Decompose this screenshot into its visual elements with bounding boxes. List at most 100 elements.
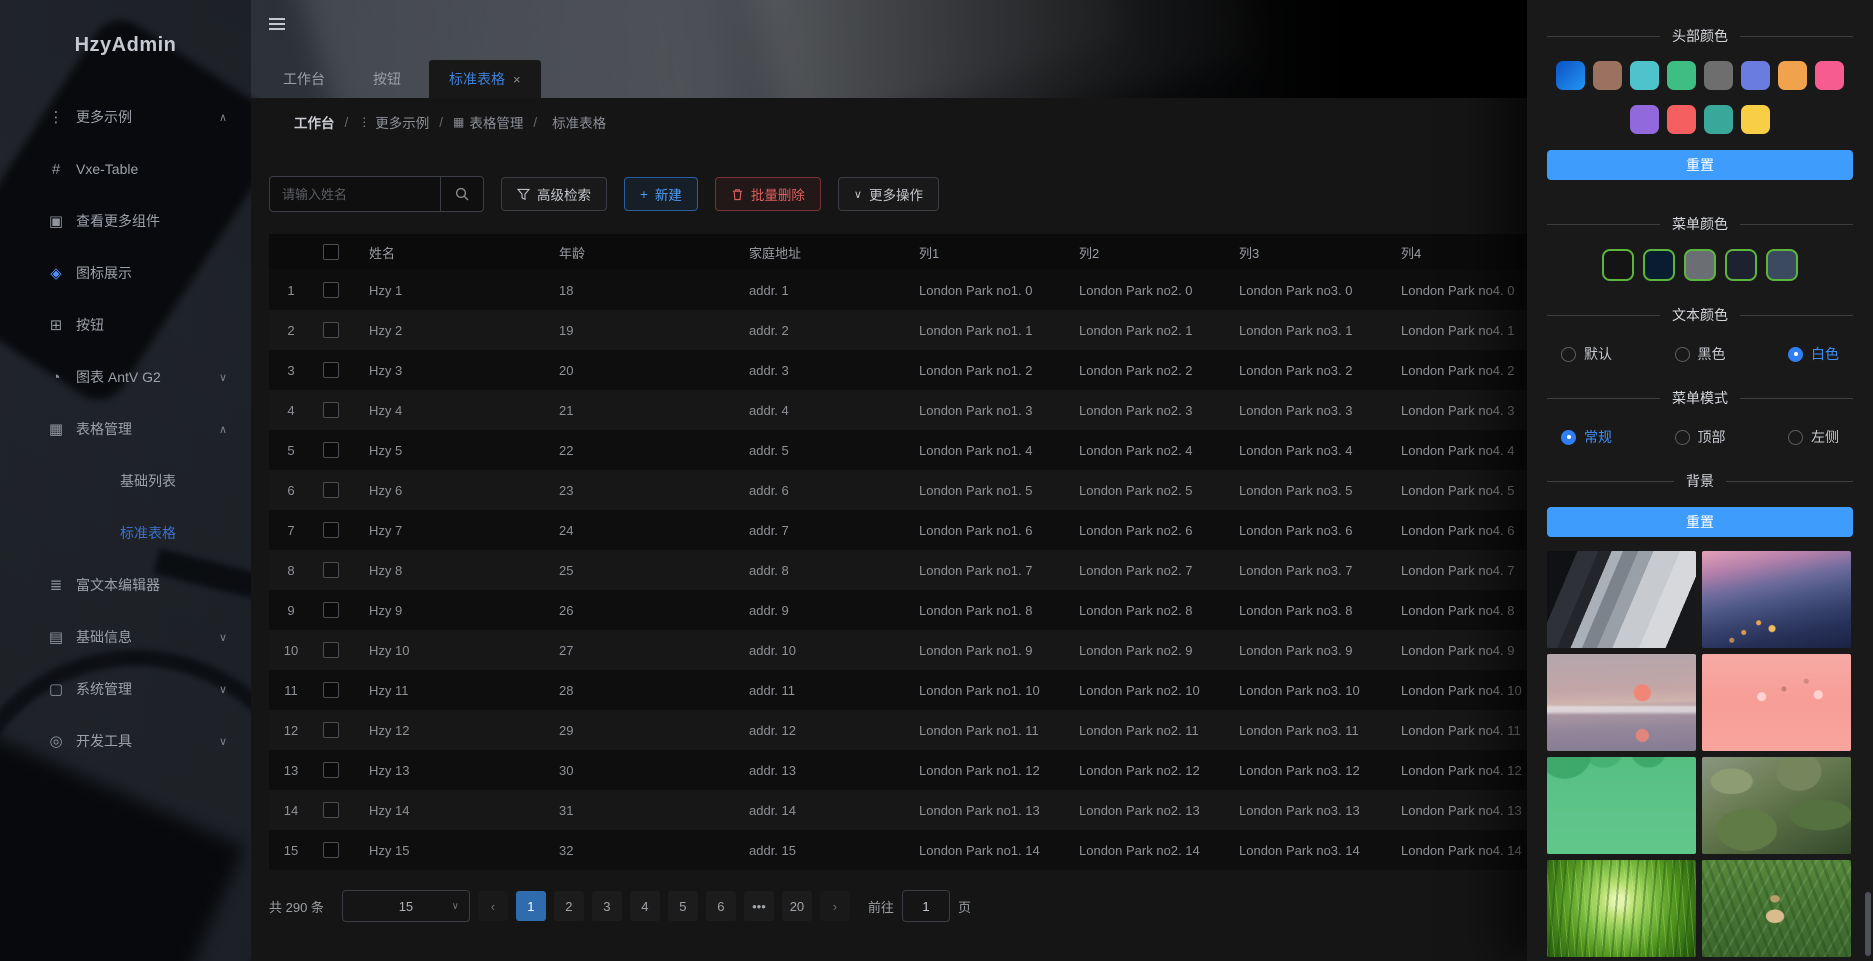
cell-age: 24 bbox=[549, 510, 739, 550]
bg-thumbnail[interactable] bbox=[1547, 860, 1696, 957]
page-number-button[interactable]: 20 bbox=[782, 891, 812, 921]
row-checkbox[interactable] bbox=[323, 402, 339, 418]
menu-color-swatch[interactable] bbox=[1643, 249, 1675, 281]
page-number-button[interactable]: 2 bbox=[554, 891, 584, 921]
row-checkbox[interactable] bbox=[323, 482, 339, 498]
row-checkbox[interactable] bbox=[323, 562, 339, 578]
reset-background-button[interactable]: 重置 bbox=[1547, 507, 1853, 537]
header-color-swatch[interactable] bbox=[1667, 61, 1696, 90]
row-checkbox[interactable] bbox=[323, 642, 339, 658]
sidebar-item[interactable]: ◎ 开发工具 ∨ bbox=[0, 715, 251, 767]
batch-delete-button[interactable]: 批量删除 bbox=[715, 177, 821, 211]
bg-thumbnail[interactable] bbox=[1702, 654, 1851, 751]
sidebar-item[interactable]: 标准表格 bbox=[0, 507, 251, 559]
row-checkbox[interactable] bbox=[323, 802, 339, 818]
sidebar-item[interactable]: # Vxe-Table bbox=[0, 143, 251, 195]
tab-item[interactable]: 标准表格 × bbox=[429, 60, 541, 98]
sidebar-item[interactable]: ▦ 表格管理 ∧ bbox=[0, 403, 251, 455]
sidebar-item[interactable]: ▢ 系统管理 ∨ bbox=[0, 663, 251, 715]
radio-option[interactable]: 白色 bbox=[1788, 344, 1839, 364]
row-checkbox[interactable] bbox=[323, 842, 339, 858]
menu-color-swatch[interactable] bbox=[1684, 249, 1716, 281]
row-checkbox[interactable] bbox=[323, 282, 339, 298]
radio-option[interactable]: 左侧 bbox=[1788, 427, 1839, 447]
header-color-swatch[interactable] bbox=[1630, 61, 1659, 90]
header-color-swatch[interactable] bbox=[1593, 61, 1622, 90]
more-actions-button[interactable]: ∨ 更多操作 bbox=[838, 177, 939, 211]
row-checkbox[interactable] bbox=[323, 362, 339, 378]
page-size-select[interactable]: 15 ∨ bbox=[342, 890, 470, 922]
bg-thumbnail[interactable] bbox=[1702, 860, 1851, 957]
row-checkbox[interactable] bbox=[323, 442, 339, 458]
bg-thumbnail[interactable] bbox=[1702, 551, 1851, 648]
radio-option[interactable]: 顶部 bbox=[1675, 427, 1726, 447]
page-number-button[interactable]: 5 bbox=[668, 891, 698, 921]
next-page-button[interactable]: › bbox=[820, 891, 850, 921]
page-number-button[interactable]: 6 bbox=[706, 891, 736, 921]
header-color-swatch[interactable] bbox=[1741, 61, 1770, 90]
sidebar-item[interactable]: ▣ 查看更多组件 bbox=[0, 195, 251, 247]
radio-option[interactable]: 默认 bbox=[1561, 344, 1612, 364]
row-checkbox[interactable] bbox=[323, 722, 339, 738]
reset-header-color-button[interactable]: 重置 bbox=[1547, 150, 1853, 180]
menu-color-swatch[interactable] bbox=[1725, 249, 1757, 281]
sidebar-item[interactable]: ⋮ 更多示例 ∧ bbox=[0, 91, 251, 143]
chevron-icon: ∨ bbox=[219, 683, 227, 696]
sidebar-item[interactable]: ◈ 图标展示 bbox=[0, 247, 251, 299]
tab-item[interactable]: 按钮 bbox=[353, 60, 429, 98]
sidebar-item[interactable]: ▤ 基础信息 ∨ bbox=[0, 611, 251, 663]
search-button[interactable] bbox=[440, 177, 483, 211]
header-color-swatch[interactable] bbox=[1778, 61, 1807, 90]
bg-thumbnail[interactable] bbox=[1547, 551, 1696, 648]
advanced-search-button[interactable]: 高级检索 bbox=[501, 177, 607, 211]
cell-address: addr. 13 bbox=[739, 750, 909, 790]
drawer-scrollbar-thumb[interactable] bbox=[1865, 892, 1871, 956]
page-number-button[interactable]: 1 bbox=[516, 891, 546, 921]
cell-name: Hzy 11 bbox=[359, 670, 549, 710]
menu-color-swatch[interactable] bbox=[1766, 249, 1798, 281]
batch-delete-label: 批量删除 bbox=[751, 184, 805, 204]
menu-color-swatch[interactable] bbox=[1602, 249, 1634, 281]
row-checkbox[interactable] bbox=[323, 602, 339, 618]
row-checkbox[interactable] bbox=[323, 322, 339, 338]
header-color-swatch[interactable] bbox=[1630, 105, 1659, 134]
create-button[interactable]: + 新建 bbox=[624, 177, 698, 211]
row-checkbox[interactable] bbox=[323, 522, 339, 538]
sidebar-item[interactable]: ◔ 图表 AntV G2 ∨ bbox=[0, 351, 251, 403]
search-input[interactable] bbox=[270, 177, 440, 211]
cell-col3: London Park no3. 8 bbox=[1229, 590, 1391, 630]
bg-thumbnail[interactable] bbox=[1547, 654, 1696, 751]
bg-thumbnail[interactable] bbox=[1547, 757, 1696, 854]
sidebar-item[interactable]: 基础列表 bbox=[0, 455, 251, 507]
radio-option[interactable]: 黑色 bbox=[1675, 344, 1726, 364]
header-color-swatch[interactable] bbox=[1556, 61, 1585, 90]
close-icon[interactable]: × bbox=[513, 72, 521, 87]
breadcrumb-item[interactable]: / 标准表格 bbox=[523, 112, 606, 132]
select-all-checkbox[interactable] bbox=[323, 244, 339, 260]
header-color-swatch[interactable] bbox=[1704, 61, 1733, 90]
goto-input[interactable]: 1 bbox=[902, 890, 950, 922]
header-color-swatch[interactable] bbox=[1704, 105, 1733, 134]
breadcrumb-item[interactable]: 工作台 bbox=[269, 112, 335, 132]
bg-thumbnail[interactable] bbox=[1702, 757, 1851, 854]
header-color-swatch[interactable] bbox=[1815, 61, 1844, 90]
row-checkbox[interactable] bbox=[323, 682, 339, 698]
sidebar-item[interactable]: ⊞ 按钮 bbox=[0, 299, 251, 351]
prev-page-button[interactable]: ‹ bbox=[478, 891, 508, 921]
tab-item[interactable]: 工作台 bbox=[263, 60, 353, 98]
page-number-button[interactable]: ••• bbox=[744, 891, 774, 921]
breadcrumb-item[interactable]: / ⋮ 更多示例 bbox=[335, 112, 430, 132]
header-color-swatch[interactable] bbox=[1667, 105, 1696, 134]
page-number-button[interactable]: 3 bbox=[592, 891, 622, 921]
breadcrumb-item[interactable]: / ▦ 表格管理 bbox=[429, 112, 523, 132]
radio-option[interactable]: 常规 bbox=[1561, 427, 1612, 447]
page-number-button[interactable]: 4 bbox=[630, 891, 660, 921]
row-select-cell bbox=[313, 510, 359, 550]
menu-mode-options: 常规 顶部 左侧 bbox=[1547, 427, 1853, 447]
cell-name: Hzy 6 bbox=[359, 470, 549, 510]
sidebar-item[interactable]: ≣ 富文本编辑器 bbox=[0, 559, 251, 611]
header-color-swatch[interactable] bbox=[1741, 105, 1770, 134]
row-checkbox[interactable] bbox=[323, 762, 339, 778]
menu-collapse-button[interactable] bbox=[269, 15, 285, 33]
cell-col2: London Park no2. 9 bbox=[1069, 630, 1229, 670]
